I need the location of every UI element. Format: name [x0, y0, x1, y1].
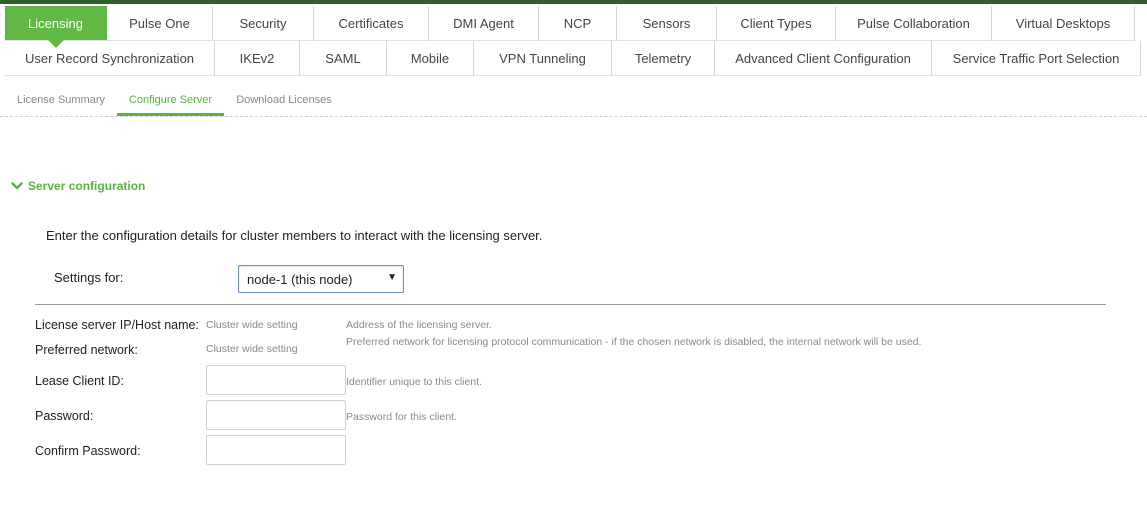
tab-telemetry[interactable]: Telemetry: [612, 41, 715, 76]
top-accent-bar: [0, 0, 1147, 4]
tab-virtual-desktops[interactable]: Virtual Desktops: [992, 6, 1135, 41]
section-title: Server configuration: [28, 179, 146, 193]
preferred-network-help: Preferred network for licensing protocol…: [346, 336, 922, 348]
subtab-license-summary[interactable]: License Summary: [10, 86, 112, 116]
preferred-network-value: Cluster wide setting: [206, 343, 298, 355]
tab-service-traffic-port-selection[interactable]: Service Traffic Port Selection: [932, 41, 1141, 76]
tab-user-record-synchronization[interactable]: User Record Synchronization: [5, 41, 215, 76]
tab-mobile[interactable]: Mobile: [387, 41, 474, 76]
tab-pulse-one[interactable]: Pulse One: [107, 6, 213, 41]
settings-for-select[interactable]: node-1 (this node) ▼: [238, 265, 404, 293]
confirm-password-label: Confirm Password:: [35, 444, 141, 458]
main-tabs-row-1: Licensing Pulse One Security Certificate…: [5, 6, 1135, 48]
dropdown-arrow-icon: ▼: [387, 272, 397, 283]
divider: [35, 304, 1106, 305]
license-server-value: Cluster wide setting: [206, 319, 298, 331]
sub-tabs: License Summary Configure Server Downloa…: [0, 86, 1147, 117]
preferred-network-label: Preferred network:: [35, 343, 138, 357]
password-help: Password for this client.: [346, 411, 457, 423]
main-tabs-row-2: User Record Synchronization IKEv2 SAML M…: [5, 41, 1141, 76]
settings-for-selected-value: node-1 (this node): [247, 272, 353, 287]
tab-dmi-agent[interactable]: DMI Agent: [429, 6, 539, 41]
password-input[interactable]: [206, 400, 346, 430]
tab-sensors[interactable]: Sensors: [617, 6, 717, 41]
confirm-password-input[interactable]: [206, 435, 346, 465]
settings-for-label: Settings for:: [54, 270, 124, 285]
tab-vpn-tunneling[interactable]: VPN Tunneling: [474, 41, 612, 76]
subtab-configure-server[interactable]: Configure Server: [117, 86, 224, 116]
server-configuration-toggle[interactable]: Server configuration: [11, 179, 145, 193]
tab-saml[interactable]: SAML: [300, 41, 387, 76]
chevron-down-icon: [11, 182, 23, 190]
tab-pulse-collaboration[interactable]: Pulse Collaboration: [836, 6, 992, 41]
tab-licensing[interactable]: Licensing: [5, 6, 107, 48]
intro-text: Enter the configuration details for clus…: [46, 228, 543, 243]
subtab-download-licenses[interactable]: Download Licenses: [229, 86, 339, 116]
license-server-help: Address of the licensing server.: [346, 319, 492, 331]
tab-advanced-client-configuration[interactable]: Advanced Client Configuration: [715, 41, 932, 76]
license-server-label: License server IP/Host name:: [35, 318, 199, 332]
tab-security[interactable]: Security: [213, 6, 314, 41]
lease-client-id-input[interactable]: [206, 365, 346, 395]
lease-client-id-help: Identifier unique to this client.: [346, 376, 482, 388]
lease-client-id-label: Lease Client ID:: [35, 374, 124, 388]
tab-ikev2[interactable]: IKEv2: [215, 41, 300, 76]
tab-client-types[interactable]: Client Types: [717, 6, 836, 41]
tab-ncp[interactable]: NCP: [539, 6, 617, 41]
password-label: Password:: [35, 409, 94, 423]
tab-certificates[interactable]: Certificates: [314, 6, 429, 41]
